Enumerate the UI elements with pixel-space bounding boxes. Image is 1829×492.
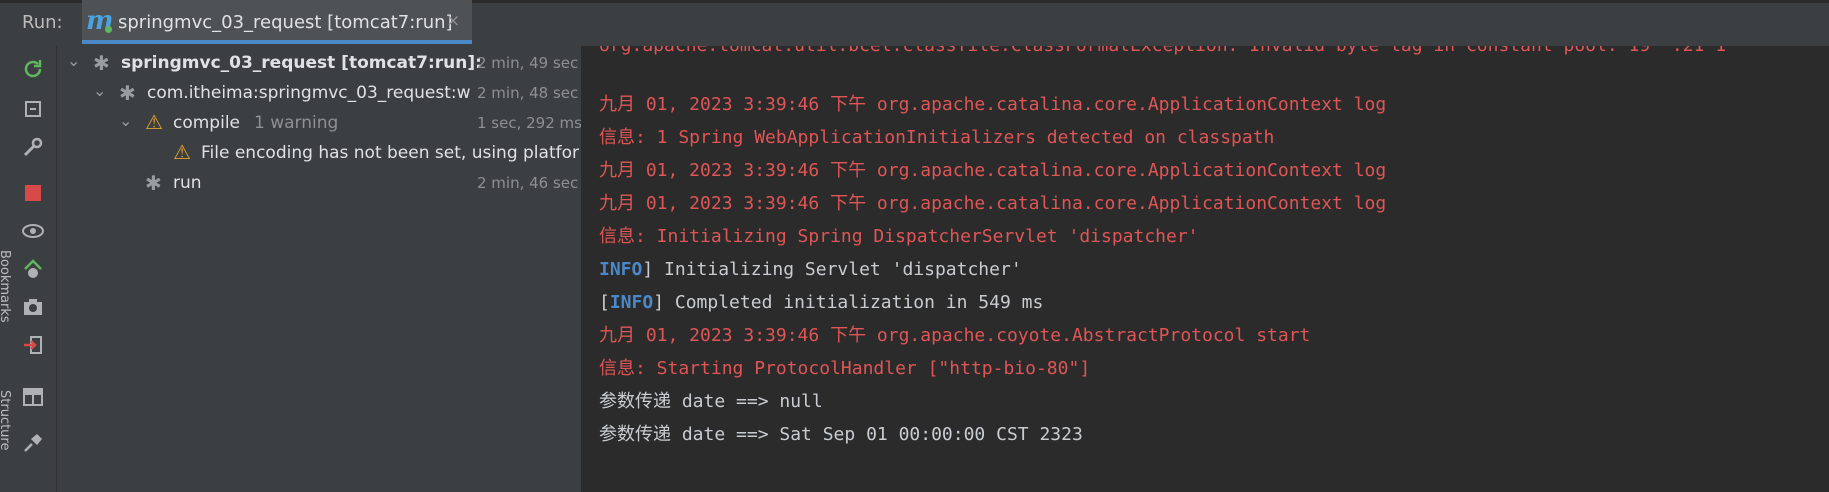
- run-tool-window-header: Run: m springmvc_03_request [tomcat7:run…: [0, 0, 1829, 47]
- active-tab-underline: [82, 40, 472, 44]
- login-icon[interactable]: [20, 332, 46, 358]
- warning-icon: ⚠: [173, 140, 191, 164]
- info-tag: INFO: [609, 292, 654, 313]
- pin-icon[interactable]: [20, 430, 46, 456]
- debug-icon[interactable]: [20, 256, 46, 282]
- console-line: 九月 01, 2023 3:39:46 下午 org.apache.catali…: [599, 94, 1387, 115]
- console-line: 参数传递 date ==> null: [599, 391, 823, 412]
- tree-run-label: run: [173, 173, 202, 193]
- close-tab-icon[interactable]: ×: [446, 11, 460, 31]
- chevron-down-icon[interactable]: ⌄: [67, 51, 80, 70]
- tree-row-root[interactable]: ⌄ ✱ springmvc_03_request [tomcat7:run]: …: [57, 48, 581, 78]
- console-line-truncated: org.apache.tomcat.util.bcel.classfile.Cl…: [599, 46, 1726, 57]
- tree-root-label: springmvc_03_request [tomcat7:run]:: [121, 53, 482, 73]
- run-config-tab[interactable]: m springmvc_03_request [tomcat7:run] ×: [82, 0, 472, 44]
- structure-side-tab[interactable]: Structure: [0, 390, 12, 450]
- rerun-icon[interactable]: [20, 56, 46, 82]
- console-line: 信息: Initializing Spring DispatcherServle…: [599, 226, 1199, 247]
- bookmarks-side-tab[interactable]: Bookmarks: [0, 250, 12, 323]
- eye-icon[interactable]: [20, 218, 46, 244]
- tree-row-warning[interactable]: ⚠ File encoding has not been set, using …: [57, 138, 581, 168]
- spinner-icon: ✱: [93, 51, 110, 75]
- restart-icon[interactable]: [20, 96, 46, 122]
- stop-icon[interactable]: [20, 180, 46, 206]
- console-line: 九月 01, 2023 3:39:46 下午 org.apache.catali…: [599, 160, 1387, 181]
- tab-title: springmvc_03_request [tomcat7:run]: [118, 12, 453, 33]
- build-tree: ⌄ ✱ springmvc_03_request [tomcat7:run]: …: [57, 46, 581, 492]
- tree-row-compile[interactable]: ⌄ ⚠ compile 1 warning 1 sec, 292 ms: [57, 108, 581, 138]
- console-line-info: [INFO] Completed initialization in 549 m…: [599, 292, 1043, 314]
- run-label: Run:: [22, 12, 63, 33]
- tree-run-time: 2 min, 46 sec: [477, 174, 579, 192]
- console-line: 信息: Starting ProtocolHandler ["http-bio-…: [599, 358, 1091, 379]
- info-text: ] Completed initialization in 549 ms: [653, 292, 1044, 313]
- running-indicator-icon: [105, 26, 112, 33]
- tree-module-label: com.itheima:springmvc_03_request:wa: [147, 83, 471, 103]
- console-line: 九月 01, 2023 3:39:46 下午 org.apache.coyote…: [599, 325, 1311, 346]
- tree-compile-note: 1 warning: [254, 113, 339, 133]
- chevron-down-icon[interactable]: ⌄: [93, 81, 106, 100]
- chevron-down-icon[interactable]: ⌄: [119, 111, 132, 130]
- tree-compile-label: compile: [173, 113, 241, 133]
- console-line-info: INFO] Initializing Servlet 'dispatcher': [599, 259, 1022, 281]
- side-panel-strip: Bookmarks Structure: [0, 240, 12, 492]
- tree-compile-time: 1 sec, 292 ms: [477, 114, 581, 132]
- console-line: 信息: 1 Spring WebApplicationInitializers …: [599, 127, 1275, 148]
- spinner-icon: ✱: [119, 81, 136, 105]
- tree-root-time: 2 min, 49 sec: [477, 54, 579, 72]
- spinner-icon: ✱: [145, 171, 162, 195]
- tree-module-time: 2 min, 48 sec: [477, 84, 579, 102]
- tree-row-run[interactable]: ✱ run 2 min, 46 sec: [57, 168, 581, 198]
- console-line: 九月 01, 2023 3:39:46 下午 org.apache.catali…: [599, 193, 1387, 214]
- info-text: ] Initializing Servlet 'dispatcher': [642, 259, 1022, 280]
- info-tag: INFO: [599, 259, 643, 280]
- layout-icon[interactable]: [20, 384, 46, 410]
- tree-warning-label: File encoding has not been set, using pl…: [201, 143, 579, 163]
- info-bracket: [: [599, 292, 610, 313]
- tree-row-module[interactable]: ⌄ ✱ com.itheima:springmvc_03_request:wa …: [57, 78, 581, 108]
- warning-icon: ⚠: [145, 110, 163, 134]
- camera-icon[interactable]: [20, 294, 46, 320]
- console-output[interactable]: org.apache.tomcat.util.bcel.classfile.Cl…: [582, 46, 1829, 492]
- settings-wrench-icon[interactable]: [20, 134, 46, 160]
- console-line: 参数传递 date ==> Sat Sep 01 00:00:00 CST 23…: [599, 424, 1083, 445]
